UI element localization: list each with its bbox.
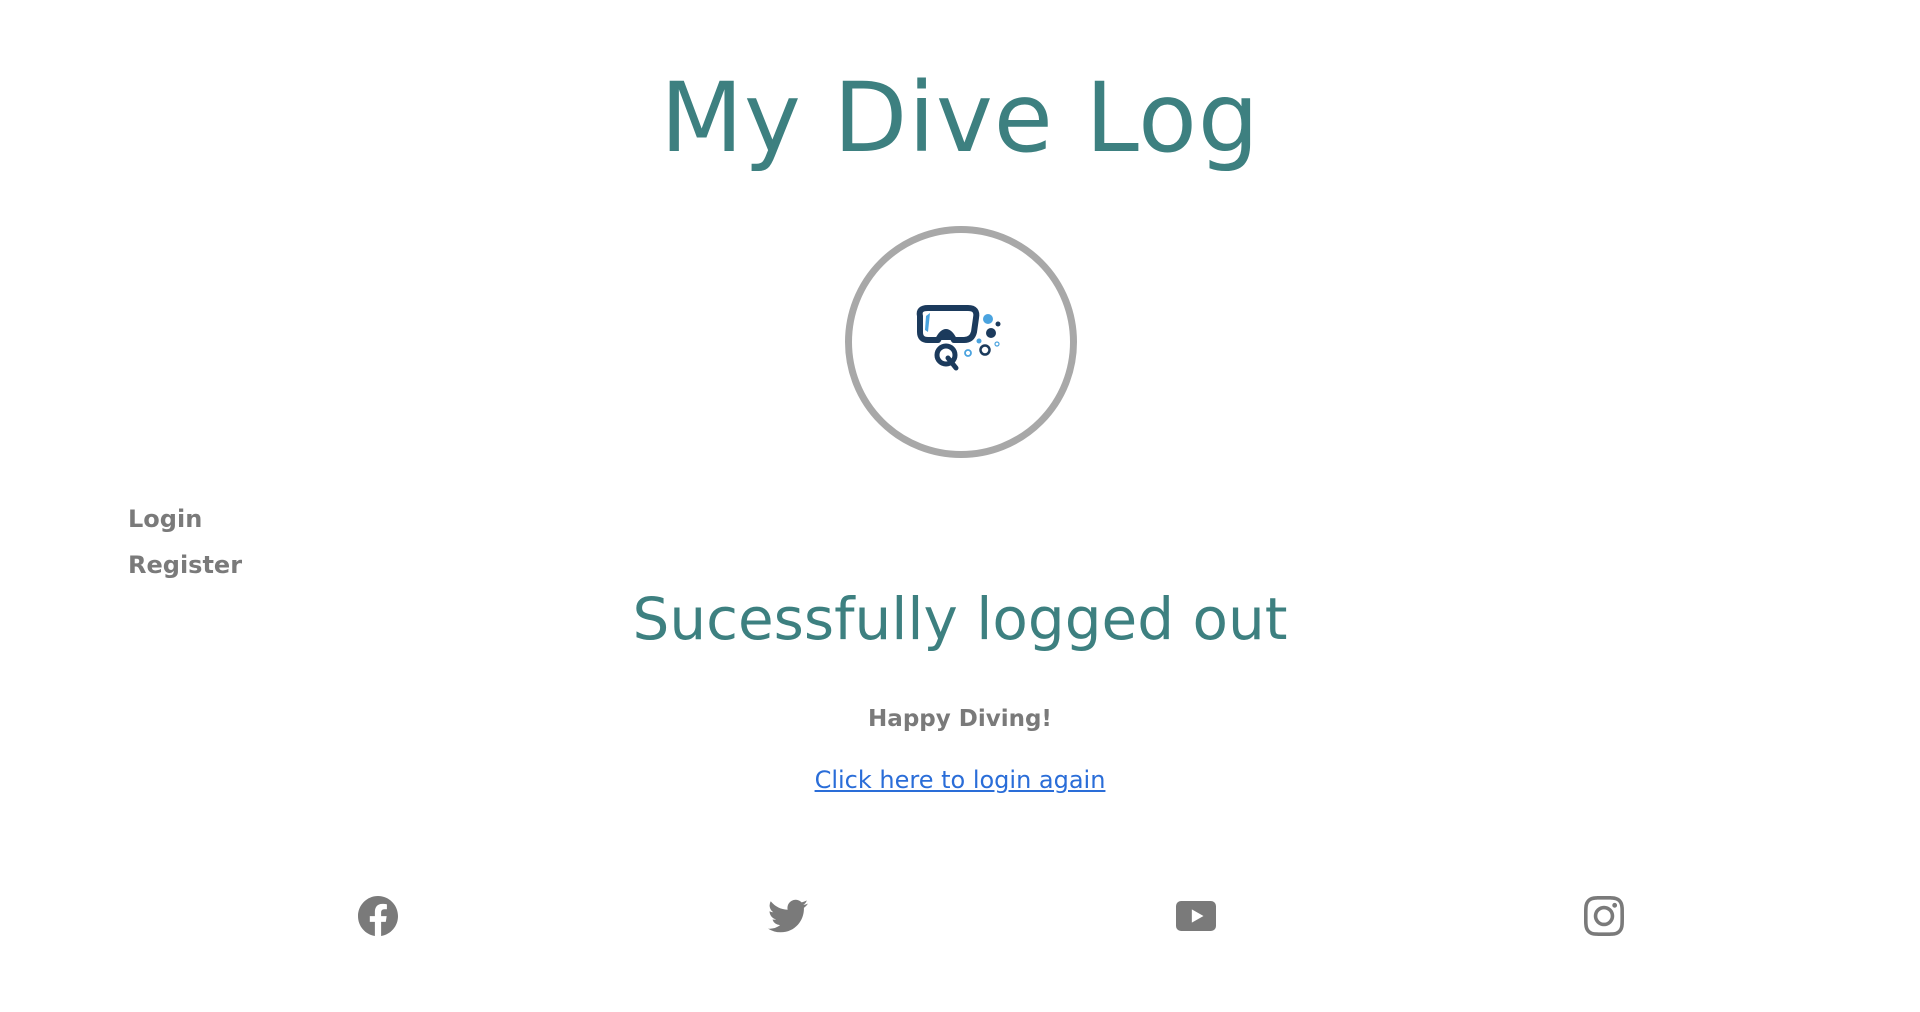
login-again-container: Click here to login again [0, 766, 1920, 794]
instagram-glyph [1584, 896, 1624, 936]
happy-diving-message: Happy Diving! [868, 706, 1052, 732]
instagram-icon[interactable] [1582, 894, 1626, 938]
site-logo [845, 226, 1077, 458]
facebook-glyph [358, 896, 398, 936]
youtube-glyph [1176, 901, 1216, 931]
login-again-link[interactable]: Click here to login again [815, 766, 1106, 794]
logout-heading: Sucessfully logged out [632, 585, 1288, 653]
page: My Dive Log Login Register Sucessfully l… [0, 0, 1920, 1012]
twitter-icon[interactable] [766, 894, 810, 938]
site-title: My Dive Log [660, 62, 1260, 174]
twitter-glyph [768, 899, 808, 933]
side-nav: Login Register [128, 503, 242, 595]
youtube-icon[interactable] [1174, 894, 1218, 938]
facebook-icon[interactable] [356, 894, 400, 938]
dive-mask-logo-icon [916, 305, 1001, 371]
nav-login-link[interactable]: Login [128, 503, 242, 549]
